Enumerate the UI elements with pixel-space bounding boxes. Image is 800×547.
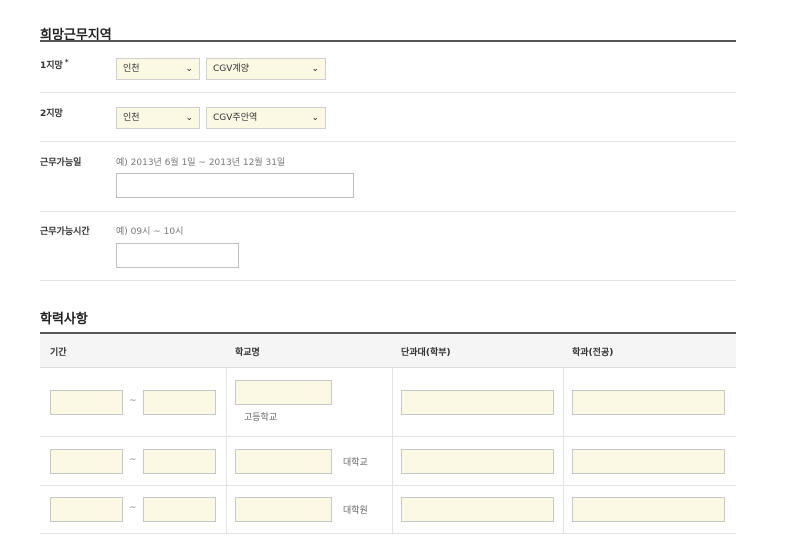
school-type-label: 대학교 bbox=[343, 458, 368, 468]
row-divider bbox=[40, 436, 736, 437]
period-end-input[interactable] bbox=[143, 497, 216, 522]
column-divider bbox=[226, 368, 227, 533]
row-divider bbox=[40, 92, 736, 93]
major-input[interactable] bbox=[572, 390, 725, 415]
choice2-region-select[interactable]: 인천 ⌄ bbox=[116, 107, 200, 129]
header-major: 학과(전공) bbox=[572, 348, 614, 358]
college-input[interactable] bbox=[401, 497, 554, 522]
period-separator: ~ bbox=[129, 455, 137, 465]
row-divider bbox=[40, 141, 736, 142]
chevron-down-icon: ⌄ bbox=[185, 64, 193, 74]
row-divider bbox=[40, 280, 736, 281]
section-title-education: 학력사항 bbox=[40, 312, 88, 327]
column-divider bbox=[563, 368, 564, 533]
choice1-region-select[interactable]: 인천 ⌄ bbox=[116, 58, 200, 80]
school-name-input[interactable] bbox=[235, 449, 332, 474]
row-divider bbox=[40, 485, 736, 486]
available-time-hint: 예) 09시 ~ 10시 bbox=[116, 227, 184, 237]
college-input[interactable] bbox=[401, 449, 554, 474]
school-type-label: 고등학교 bbox=[244, 413, 278, 423]
available-date-hint: 예) 2013년 6월 1일 ~ 2013년 12월 31일 bbox=[116, 158, 286, 168]
school-type-label: 대학원 bbox=[343, 506, 368, 516]
period-start-input[interactable] bbox=[50, 390, 123, 415]
choice1-branch-select[interactable]: CGV계양 ⌄ bbox=[206, 58, 326, 80]
school-name-input[interactable] bbox=[235, 380, 332, 405]
required-mark: * bbox=[64, 58, 69, 66]
header-college: 단과대(학부) bbox=[401, 348, 451, 358]
period-start-input[interactable] bbox=[50, 497, 123, 522]
chevron-down-icon: ⌄ bbox=[311, 64, 319, 74]
school-name-input[interactable] bbox=[235, 497, 332, 522]
period-end-input[interactable] bbox=[143, 390, 216, 415]
choice2-branch-select[interactable]: CGV주안역 ⌄ bbox=[206, 107, 326, 129]
available-time-input[interactable] bbox=[116, 243, 239, 268]
available-date-input[interactable] bbox=[116, 173, 354, 198]
choice2-label: 2지망 bbox=[40, 109, 63, 119]
period-separator: ~ bbox=[129, 503, 137, 513]
period-end-input[interactable] bbox=[143, 449, 216, 474]
college-input[interactable] bbox=[401, 390, 554, 415]
available-date-label: 근무가능일 bbox=[40, 158, 82, 168]
row-divider bbox=[40, 211, 736, 212]
education-table-header: 기간 학교명 단과대(학부) 학과(전공) bbox=[40, 332, 736, 368]
period-start-input[interactable] bbox=[50, 449, 123, 474]
column-divider bbox=[392, 368, 393, 533]
major-input[interactable] bbox=[572, 449, 725, 474]
chevron-down-icon: ⌄ bbox=[185, 113, 193, 123]
available-time-label: 근무가능시간 bbox=[40, 227, 90, 237]
header-period: 기간 bbox=[50, 348, 67, 358]
row-divider bbox=[40, 533, 736, 534]
choice1-label: 1지망 * bbox=[40, 58, 69, 71]
major-input[interactable] bbox=[572, 497, 725, 522]
section-divider bbox=[40, 40, 736, 42]
header-school: 학교명 bbox=[235, 348, 260, 358]
period-separator: ~ bbox=[129, 396, 137, 406]
chevron-down-icon: ⌄ bbox=[311, 113, 319, 123]
